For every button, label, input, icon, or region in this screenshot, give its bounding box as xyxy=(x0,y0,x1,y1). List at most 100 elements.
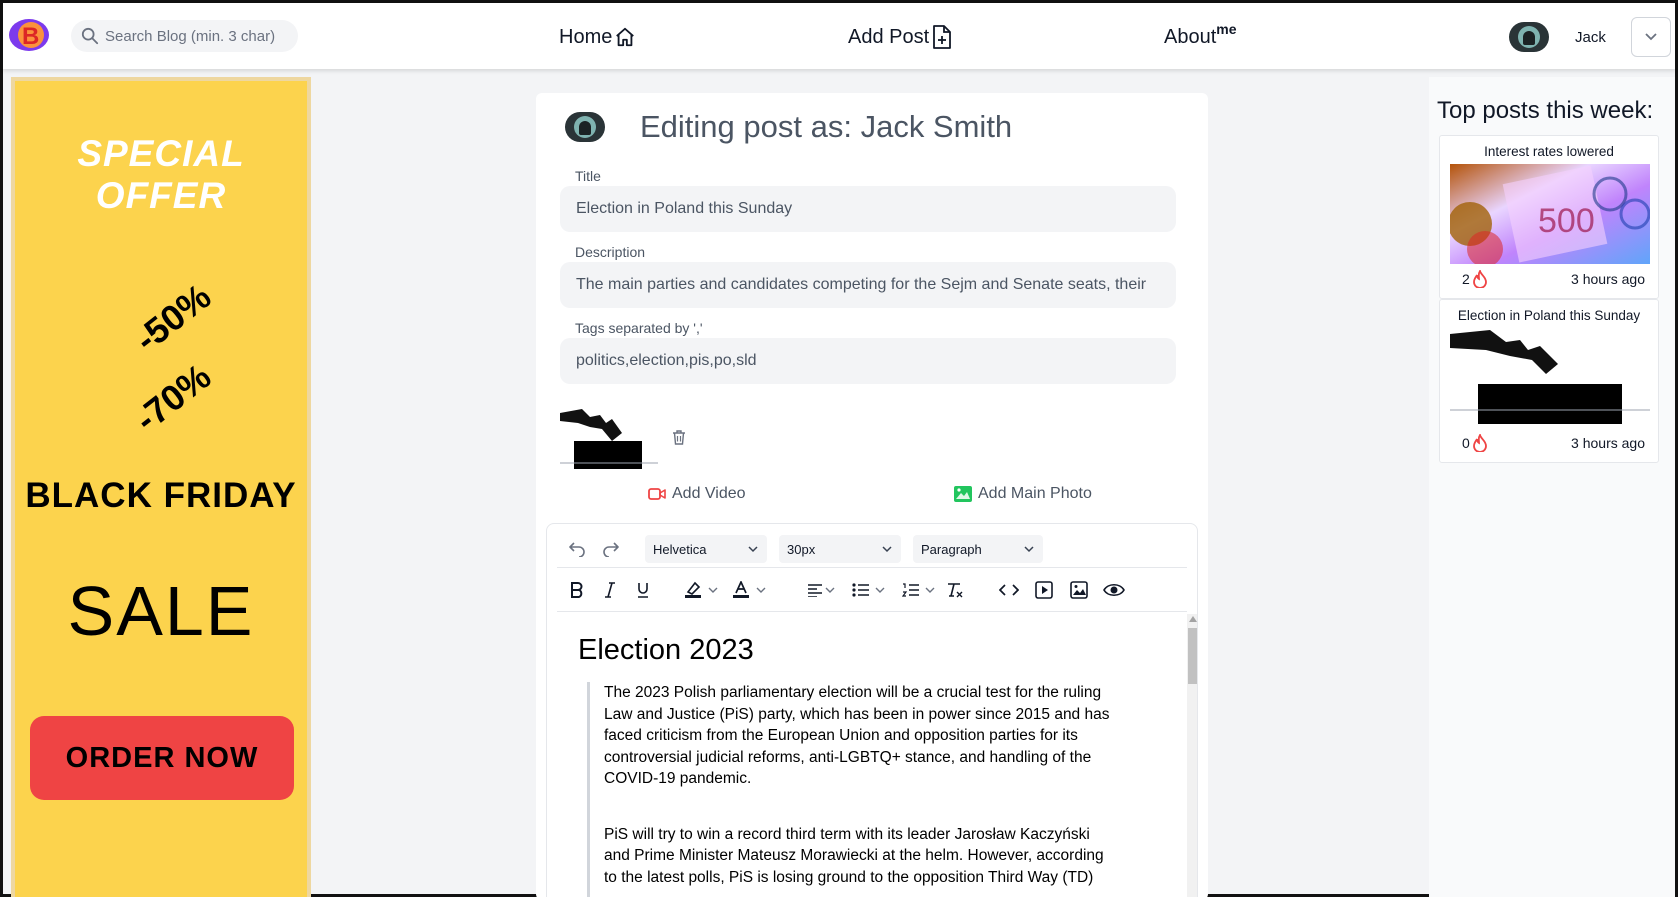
top-post-likes-count: 2 xyxy=(1462,271,1470,287)
preview-button[interactable] xyxy=(1100,576,1128,604)
page-title: Editing post as: Jack Smith xyxy=(640,109,1013,144)
top-navbar: B Home Add Post Aboutme Jack xyxy=(3,3,1675,69)
document-paragraph-2: PiS will try to win a record third term … xyxy=(604,825,1104,886)
bullet-list-button[interactable] xyxy=(847,576,875,604)
top-posts-sidebar: Top posts this week: Interest rates lowe… xyxy=(1429,77,1675,897)
font-size-value: 30px xyxy=(787,541,816,557)
user-avatar[interactable] xyxy=(1509,22,1549,52)
add-main-photo-button[interactable]: Add Main Photo xyxy=(954,485,1092,503)
title-label: Title xyxy=(575,168,601,184)
blog-logo[interactable]: B xyxy=(8,18,50,52)
black-friday-ad[interactable]: SPECIAL OFFER -50% -70% BLACK FRIDAY SAL… xyxy=(11,77,311,897)
align-left-icon xyxy=(808,584,822,597)
highlight-color-button[interactable] xyxy=(679,576,707,604)
document-heading: Election 2023 xyxy=(578,634,754,666)
top-post-likes-count: 0 xyxy=(1462,435,1470,451)
main-photo-thumbnail xyxy=(560,405,658,471)
description-input[interactable] xyxy=(560,262,1176,308)
description-label: Description xyxy=(575,244,646,260)
scroll-up-arrow-icon[interactable] xyxy=(1189,616,1197,622)
font-size-select[interactable]: 30px xyxy=(779,535,901,563)
image-icon xyxy=(1070,581,1088,599)
top-post-title: Interest rates lowered xyxy=(1484,144,1614,159)
svg-text:B: B xyxy=(22,23,39,50)
nav-about-label: About xyxy=(1164,25,1217,48)
delete-photo-icon[interactable] xyxy=(671,429,689,447)
clear-formatting-button[interactable] xyxy=(941,576,969,604)
code-view-button[interactable] xyxy=(995,576,1023,604)
search-bar[interactable] xyxy=(71,20,298,52)
chevron-down-icon xyxy=(1645,33,1657,41)
text-color-button[interactable] xyxy=(727,576,755,604)
top-post-title: Election in Poland this Sunday xyxy=(1457,308,1641,323)
toolbar-row-2 xyxy=(557,568,1187,612)
add-video-label: Add Video xyxy=(672,485,746,502)
scrollbar-thumb[interactable] xyxy=(1188,628,1197,684)
user-name: Jack xyxy=(1575,29,1606,46)
user-menu-button[interactable] xyxy=(1631,17,1671,57)
chevron-down-icon xyxy=(1024,546,1034,553)
editor-scrollbar[interactable] xyxy=(1187,614,1197,897)
font-family-select[interactable]: Helvetica xyxy=(645,535,767,563)
ad-special-offer: SPECIAL OFFER xyxy=(77,133,245,216)
order-now-button[interactable]: ORDER NOW xyxy=(30,716,294,800)
document-blockquote: The 2023 Polish parliamentary election w… xyxy=(587,682,1117,897)
top-post-image xyxy=(1450,328,1650,428)
bullet-list-dropdown[interactable] xyxy=(875,576,887,604)
numbered-list-dropdown[interactable] xyxy=(925,576,937,604)
nav-home-link[interactable]: Home xyxy=(559,23,636,51)
fire-icon xyxy=(1472,434,1487,452)
highlight-color-dropdown[interactable] xyxy=(708,576,720,604)
title-input[interactable] xyxy=(560,186,1176,232)
toolbar-row-1: Helvetica 30px Paragraph xyxy=(557,532,1187,568)
top-post-likes: 0 xyxy=(1462,434,1488,452)
video-camera-icon xyxy=(648,488,666,500)
top-post-time: 3 hours ago xyxy=(1571,435,1645,451)
bold-button[interactable] xyxy=(563,576,591,604)
redo-button[interactable] xyxy=(597,535,625,563)
tags-input[interactable] xyxy=(560,338,1176,384)
top-post-card[interactable]: Election in Poland this Sunday 0 3 hours… xyxy=(1439,299,1659,463)
add-main-photo-label: Add Main Photo xyxy=(978,485,1092,502)
home-icon xyxy=(616,27,635,47)
italic-icon xyxy=(605,582,615,598)
edit-post-card: Editing post as: Jack Smith Title Descri… xyxy=(536,93,1208,897)
add-video-button[interactable]: Add Video xyxy=(648,485,746,503)
text-color-dropdown[interactable] xyxy=(756,576,768,604)
nav-about-link[interactable]: About me xyxy=(1164,21,1237,51)
top-post-image: 500 xyxy=(1450,164,1650,264)
clear-format-icon xyxy=(948,583,963,598)
search-input[interactable] xyxy=(105,27,295,45)
numbered-list-icon xyxy=(902,583,919,597)
document-paragraph-1: The 2023 Polish parliamentary election w… xyxy=(604,684,1110,787)
tags-label: Tags separated by ',' xyxy=(575,320,703,336)
undo-button[interactable] xyxy=(563,535,591,563)
ad-sale: SALE xyxy=(67,572,255,650)
nav-add-post-label: Add Post xyxy=(848,25,930,48)
file-plus-icon xyxy=(933,25,952,49)
nav-add-post-link[interactable]: Add Post xyxy=(848,23,953,51)
bullet-list-icon xyxy=(852,583,869,597)
insert-image-button[interactable] xyxy=(1065,576,1093,604)
chevron-down-icon xyxy=(708,587,718,593)
block-type-value: Paragraph xyxy=(921,541,982,557)
italic-button[interactable] xyxy=(596,576,624,604)
author-avatar xyxy=(565,112,605,142)
top-posts-title: Top posts this week: xyxy=(1437,97,1654,124)
editor-content-area[interactable]: Election 2023 The 2023 Polish parliament… xyxy=(547,614,1187,897)
numbered-list-button[interactable] xyxy=(897,576,925,604)
underline-icon xyxy=(638,583,648,598)
eye-icon xyxy=(1103,583,1125,597)
top-post-card[interactable]: Interest rates lowered 500 2 3 hours ago xyxy=(1439,135,1659,299)
underline-button[interactable] xyxy=(629,576,657,604)
image-icon xyxy=(954,486,972,502)
block-type-select[interactable]: Paragraph xyxy=(913,535,1043,563)
fire-icon xyxy=(1472,270,1487,288)
chevron-down-icon xyxy=(882,546,892,553)
top-post-time: 3 hours ago xyxy=(1571,271,1645,287)
chevron-down-icon xyxy=(925,587,935,593)
insert-video-button[interactable] xyxy=(1030,576,1058,604)
align-dropdown[interactable] xyxy=(825,576,837,604)
chevron-down-icon xyxy=(748,546,758,553)
nav-about-superscript: me xyxy=(1216,21,1237,37)
